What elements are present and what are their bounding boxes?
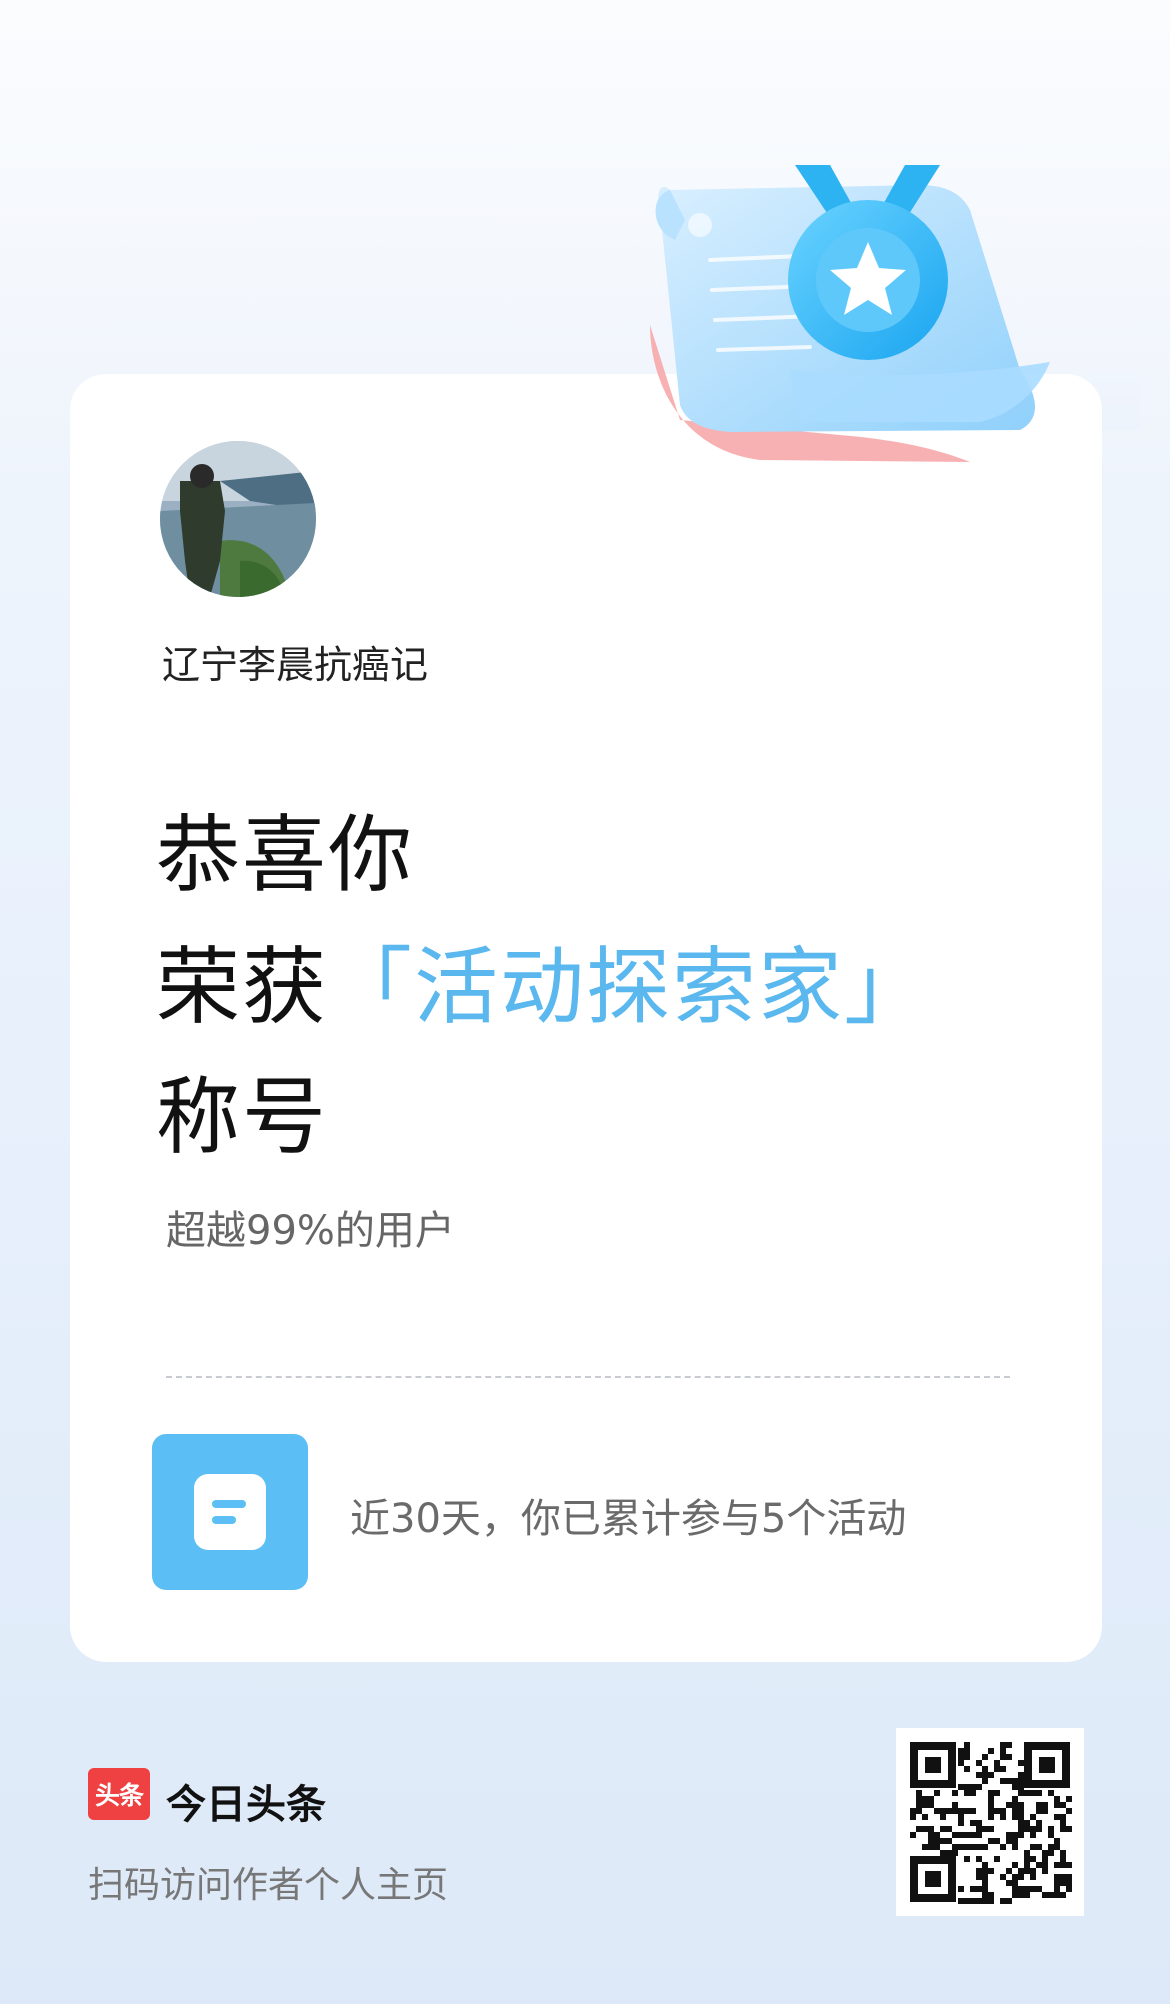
avatar[interactable] — [160, 441, 316, 597]
medal-certificate-icon — [650, 165, 1050, 462]
dashed-divider — [166, 1376, 1010, 1378]
username: 辽宁李晨抗癌记 — [162, 643, 429, 687]
activity-summary: 近30天，你已累计参与5个活动 — [350, 1496, 907, 1542]
scan-hint: 扫码访问作者个人主页 — [88, 1865, 449, 1906]
award-prefix: 荣获 — [156, 938, 329, 1036]
award-line: 荣获「活动探索家」 — [156, 920, 930, 1041]
app-name: 今日头条 — [166, 1782, 326, 1828]
avatar-photo-icon — [160, 441, 316, 597]
rank-text: 超越99%的用户 — [166, 1208, 455, 1254]
document-icon — [152, 1434, 308, 1590]
congrats-heading: 恭喜你 — [156, 806, 415, 904]
qr-code-icon[interactable] — [896, 1728, 1084, 1916]
award-title: 「活动探索家」 — [328, 938, 931, 1036]
toutiao-logo: 头条 — [88, 1768, 150, 1820]
award-suffix: 称号 — [156, 1068, 329, 1166]
